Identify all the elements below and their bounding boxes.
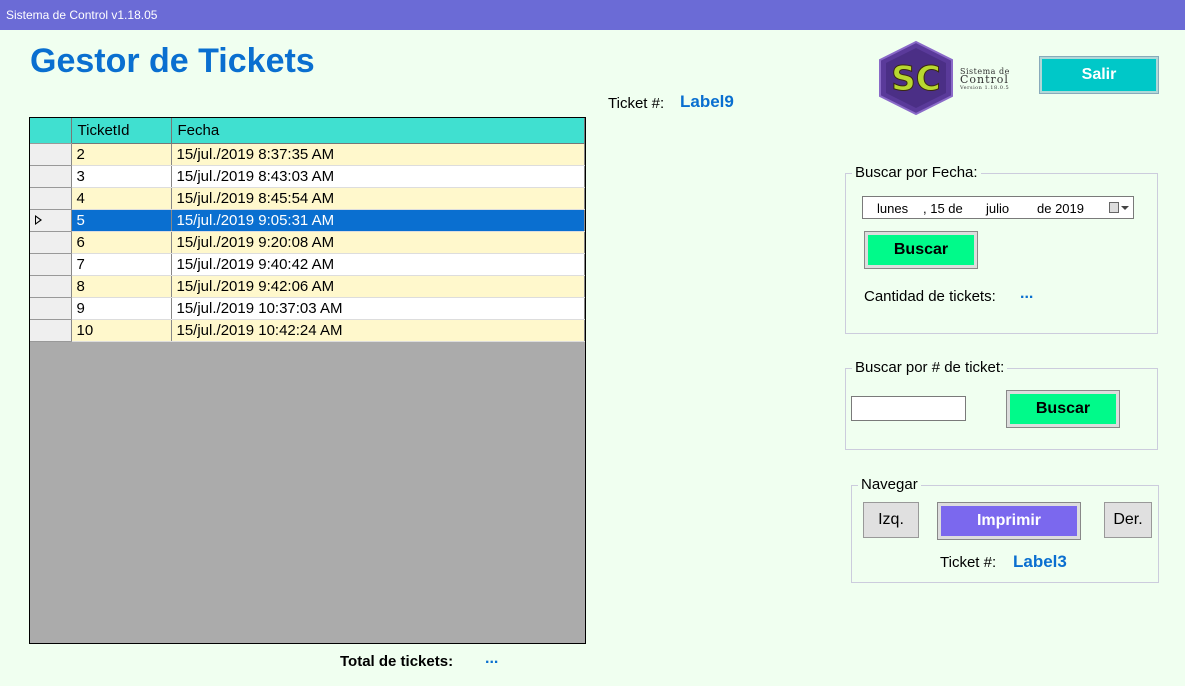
cell-fecha[interactable]: 15/jul./2019 9:05:31 AM bbox=[171, 209, 585, 232]
date-day: , 15 de bbox=[923, 201, 963, 216]
row-header[interactable] bbox=[30, 165, 72, 188]
cell-fecha[interactable]: 15/jul./2019 9:42:06 AM bbox=[171, 275, 585, 298]
row-header[interactable] bbox=[30, 187, 72, 210]
navegar-group: Navegar Izq. Imprimir Der. Ticket #: Lab… bbox=[851, 476, 1159, 583]
table-row[interactable]: 5 15/jul./2019 9:05:31 AM bbox=[30, 209, 585, 232]
logo-hexagon-icon: SC bbox=[879, 40, 953, 116]
column-header-fecha[interactable]: Fecha bbox=[171, 118, 585, 144]
date-year: de 2019 bbox=[1037, 201, 1084, 216]
window-titlebar: Sistema de Control v1.18.05 bbox=[0, 0, 1185, 30]
buscar-fecha-button[interactable]: Buscar bbox=[864, 231, 978, 269]
cell-ticketid[interactable]: 3 bbox=[71, 165, 172, 188]
cell-fecha[interactable]: 15/jul./2019 8:43:03 AM bbox=[171, 165, 585, 188]
row-header[interactable] bbox=[30, 231, 72, 254]
row-header[interactable] bbox=[30, 297, 72, 320]
ticket-number-input[interactable] bbox=[851, 396, 966, 421]
cell-fecha[interactable]: 15/jul./2019 8:37:35 AM bbox=[171, 143, 585, 166]
row-header[interactable] bbox=[30, 253, 72, 276]
date-picker[interactable]: lunes , 15 de julio de 2019 bbox=[862, 196, 1134, 219]
buscar-fecha-group: Buscar por Fecha: lunes , 15 de julio de… bbox=[845, 164, 1158, 334]
cell-fecha[interactable]: 15/jul./2019 9:40:42 AM bbox=[171, 253, 585, 276]
table-row[interactable]: 10 15/jul./2019 10:42:24 AM bbox=[30, 319, 585, 342]
cell-ticketid[interactable]: 5 bbox=[71, 209, 172, 232]
table-row[interactable]: 9 15/jul./2019 10:37:03 AM bbox=[30, 297, 585, 320]
cell-ticketid[interactable]: 2 bbox=[71, 143, 172, 166]
nav-ticket-value: Label3 bbox=[1013, 552, 1067, 571]
table-row[interactable]: 8 15/jul./2019 9:42:06 AM bbox=[30, 275, 585, 298]
cell-ticketid[interactable]: 10 bbox=[71, 319, 172, 342]
logo-line3: Version 1.18.0.5 bbox=[960, 85, 1010, 91]
logo-letters: SC bbox=[891, 59, 940, 99]
cell-ticketid[interactable]: 8 bbox=[71, 275, 172, 298]
cell-ticketid[interactable]: 9 bbox=[71, 297, 172, 320]
date-month: julio bbox=[986, 201, 1010, 216]
chevron-down-icon[interactable] bbox=[1121, 206, 1129, 210]
table-row[interactable]: 2 15/jul./2019 8:37:35 AM bbox=[30, 143, 585, 166]
cell-fecha[interactable]: 15/jul./2019 10:37:03 AM bbox=[171, 297, 585, 320]
izq-button[interactable]: Izq. bbox=[863, 502, 919, 538]
cantidad-tickets-label: Cantidad de tickets: bbox=[864, 288, 996, 305]
table-row[interactable]: 3 15/jul./2019 8:43:03 AM bbox=[30, 165, 585, 188]
table-row[interactable]: 6 15/jul./2019 9:20:08 AM bbox=[30, 231, 585, 254]
table-row[interactable]: 7 15/jul./2019 9:40:42 AM bbox=[30, 253, 585, 276]
nav-ticket-label: Ticket #: bbox=[940, 554, 997, 571]
total-tickets-value: ... bbox=[485, 650, 499, 667]
navegar-title: Navegar bbox=[858, 476, 921, 493]
page-title: Gestor de Tickets bbox=[30, 42, 315, 80]
der-button[interactable]: Der. bbox=[1104, 502, 1152, 538]
cantidad-tickets-value: ... bbox=[1020, 285, 1034, 302]
cell-ticketid[interactable]: 7 bbox=[71, 253, 172, 276]
grid-corner-header[interactable] bbox=[30, 118, 72, 144]
logo-caption: Sistema de Control Version 1.18.0.5 bbox=[960, 68, 1010, 92]
cell-fecha[interactable]: 15/jul./2019 8:45:54 AM bbox=[171, 187, 585, 210]
total-tickets-label: Total de tickets: bbox=[340, 653, 454, 670]
row-header[interactable] bbox=[30, 319, 72, 342]
row-header[interactable] bbox=[30, 275, 72, 298]
tickets-grid[interactable]: TicketId Fecha 2 15/jul./2019 8:37:35 AM 3… bbox=[29, 117, 586, 644]
date-weekday: lunes bbox=[877, 201, 909, 216]
ticket-number-value: Label9 bbox=[680, 92, 734, 111]
row-header[interactable] bbox=[30, 143, 72, 166]
grid-header-row: TicketId Fecha bbox=[30, 118, 585, 144]
ticket-number-label: Ticket #: bbox=[608, 95, 665, 112]
buscar-numero-group: Buscar por # de ticket: Buscar bbox=[845, 359, 1158, 450]
buscar-numero-button[interactable]: Buscar bbox=[1006, 390, 1120, 428]
row-header[interactable] bbox=[30, 209, 72, 232]
cell-ticketid[interactable]: 6 bbox=[71, 231, 172, 254]
app-logo: SC Sistema de Control Version 1.18.0.5 bbox=[876, 40, 1026, 116]
cell-fecha[interactable]: 15/jul./2019 9:20:08 AM bbox=[171, 231, 585, 254]
salir-button[interactable]: Salir bbox=[1039, 56, 1159, 94]
calendar-icon[interactable] bbox=[1109, 202, 1119, 213]
table-row[interactable]: 4 15/jul./2019 8:45:54 AM bbox=[30, 187, 585, 210]
current-row-arrow-icon bbox=[35, 214, 42, 225]
buscar-fecha-title: Buscar por Fecha: bbox=[852, 164, 981, 181]
imprimir-button[interactable]: Imprimir bbox=[937, 502, 1081, 540]
cell-fecha[interactable]: 15/jul./2019 10:42:24 AM bbox=[171, 319, 585, 342]
logo-line2: Control bbox=[960, 73, 1009, 86]
cell-ticketid[interactable]: 4 bbox=[71, 187, 172, 210]
buscar-numero-title: Buscar por # de ticket: bbox=[852, 359, 1008, 376]
column-header-ticketid[interactable]: TicketId bbox=[71, 118, 172, 144]
